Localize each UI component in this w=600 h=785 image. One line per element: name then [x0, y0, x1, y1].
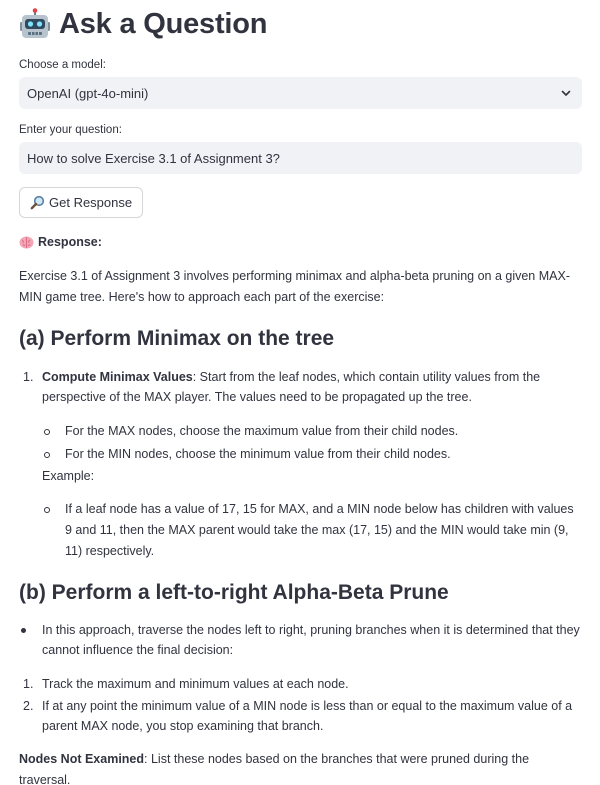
model-select-value: OpenAI (gpt-4o-mini)	[27, 85, 149, 101]
list-item-text: Track the maximum and minimum values at …	[42, 677, 349, 691]
example-label: Example:	[42, 469, 95, 483]
response-header: Response:	[19, 234, 582, 250]
list-item-text: If at any point the minimum value of a M…	[42, 699, 573, 733]
get-response-button[interactable]: Get Response	[19, 187, 144, 218]
list-item: 1. Track the maximum and minimum values …	[19, 674, 582, 694]
section-a-list: 1. Compute Minimax Values: Start from th…	[19, 367, 582, 562]
item-bold: Compute Minimax Values	[42, 370, 193, 384]
robot-icon	[19, 8, 51, 40]
list-item: If a leaf node has a value of 17, 15 for…	[42, 499, 582, 562]
list-number: 2.	[23, 699, 34, 713]
model-select[interactable]: OpenAI (gpt-4o-mini)	[19, 77, 582, 109]
list-item-text: In this approach, traverse the nodes lef…	[42, 623, 580, 657]
list-number: 1.	[23, 370, 34, 384]
magnifier-icon	[30, 195, 45, 210]
section-b-steps: 1. Track the maximum and minimum values …	[19, 674, 582, 736]
response-label: Response:	[38, 235, 102, 249]
list-item-text: If a leaf node has a value of 17, 15 for…	[65, 502, 574, 558]
list-item: For the MIN nodes, choose the minimum va…	[42, 444, 582, 465]
list-number: 1.	[23, 677, 34, 691]
page-title: Ask a Question	[19, 0, 582, 44]
chevron-down-icon[interactable]	[560, 87, 572, 99]
get-response-label: Get Response	[49, 195, 133, 210]
list-item: 1. Compute Minimax Values: Start from th…	[19, 367, 582, 562]
list-item: For the MAX nodes, choose the maximum va…	[42, 421, 582, 442]
app-main: Ask a Question Choose a model: OpenAI (g…	[0, 0, 600, 785]
section-b-bullets: In this approach, traverse the nodes lef…	[19, 620, 582, 660]
nodes-not-examined: Nodes Not Examined: List these nodes bas…	[19, 749, 582, 785]
list-item-text: For the MIN nodes, choose the minimum va…	[65, 447, 451, 461]
sub-list: For the MAX nodes, choose the maximum va…	[42, 421, 582, 465]
question-input[interactable]: How to solve Exercise 3.1 of Assignment …	[19, 142, 582, 174]
circle-bullet-icon	[44, 429, 50, 435]
circle-bullet-icon	[44, 452, 50, 458]
example-list: If a leaf node has a value of 17, 15 for…	[42, 499, 582, 562]
model-select-label: Choose a model:	[19, 59, 106, 71]
page-title-text: Ask a Question	[59, 7, 268, 40]
section-b-heading: (b) Perform a left-to-right Alpha-Beta P…	[19, 581, 449, 604]
nodes-bold: Nodes Not Examined	[19, 752, 145, 766]
question-input-value[interactable]: How to solve Exercise 3.1 of Assignment …	[27, 151, 280, 166]
list-item: In this approach, traverse the nodes lef…	[19, 620, 582, 660]
list-item-text: For the MAX nodes, choose the maximum va…	[65, 424, 459, 438]
circle-bullet-icon	[44, 507, 50, 513]
response-intro: Exercise 3.1 of Assignment 3 involves pe…	[19, 269, 570, 304]
bullet-icon	[21, 628, 26, 633]
question-input-label: Enter your question:	[19, 124, 122, 136]
list-item: 2. If at any point the minimum value of …	[19, 696, 582, 736]
brain-icon	[19, 236, 34, 249]
section-a-heading: (a) Perform Minimax on the tree	[19, 327, 335, 350]
